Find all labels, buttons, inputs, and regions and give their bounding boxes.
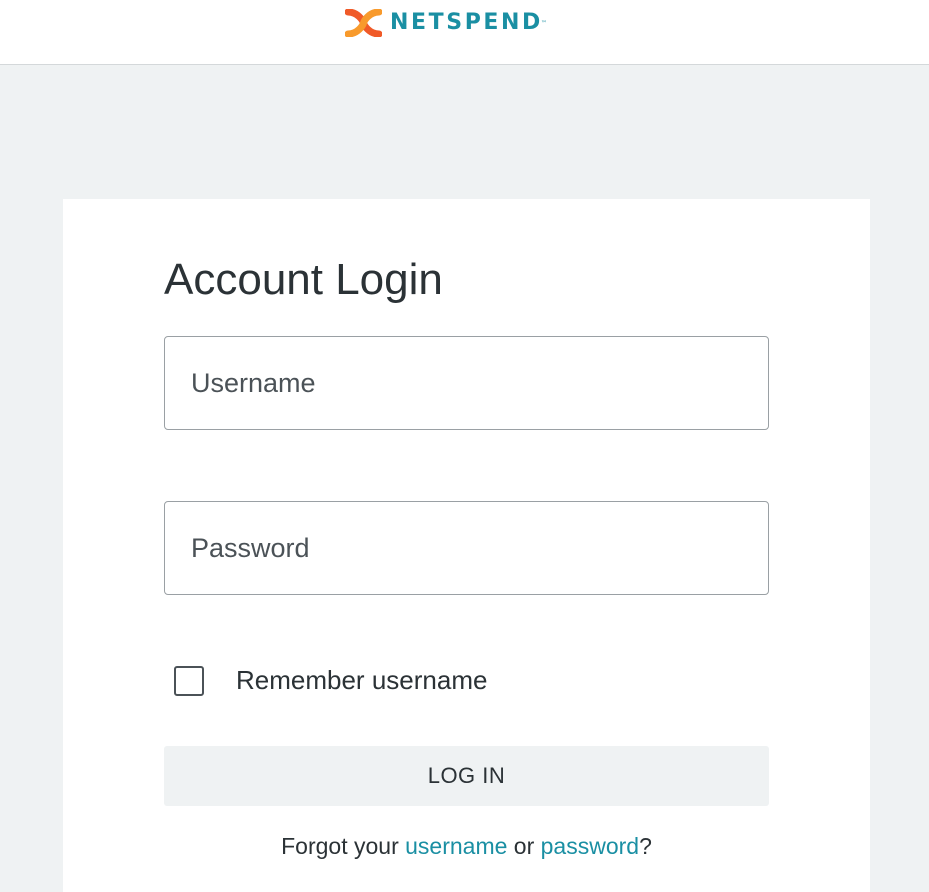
remember-username-option[interactable]: Remember username [174, 665, 487, 696]
remember-username-checkbox[interactable] [174, 665, 204, 696]
forgot-credentials: Forgot your username or password? [63, 833, 870, 860]
password-field[interactable] [164, 501, 769, 595]
forgot-prefix: Forgot your [281, 833, 406, 859]
logo-wordmark: NETSPEND [390, 10, 543, 35]
login-button[interactable]: LOG IN [164, 746, 769, 806]
top-bar: NETSPEND ™ [0, 0, 929, 65]
username-input[interactable] [165, 337, 768, 429]
login-card: Account Login Remember username LOG IN F… [63, 199, 870, 892]
username-field[interactable] [164, 336, 769, 430]
remember-username-label: Remember username [236, 665, 488, 695]
forgot-middle: or [507, 833, 541, 859]
password-input[interactable] [165, 502, 768, 594]
logo-trademark: ™ [540, 19, 547, 27]
page-title: Account Login [164, 255, 443, 304]
netspend-logo-icon [345, 9, 382, 37]
forgot-suffix: ? [639, 833, 652, 859]
forgot-password-link[interactable]: password [541, 833, 639, 859]
forgot-username-link[interactable]: username [405, 833, 507, 859]
netspend-logo[interactable]: NETSPEND ™ [345, 8, 547, 38]
